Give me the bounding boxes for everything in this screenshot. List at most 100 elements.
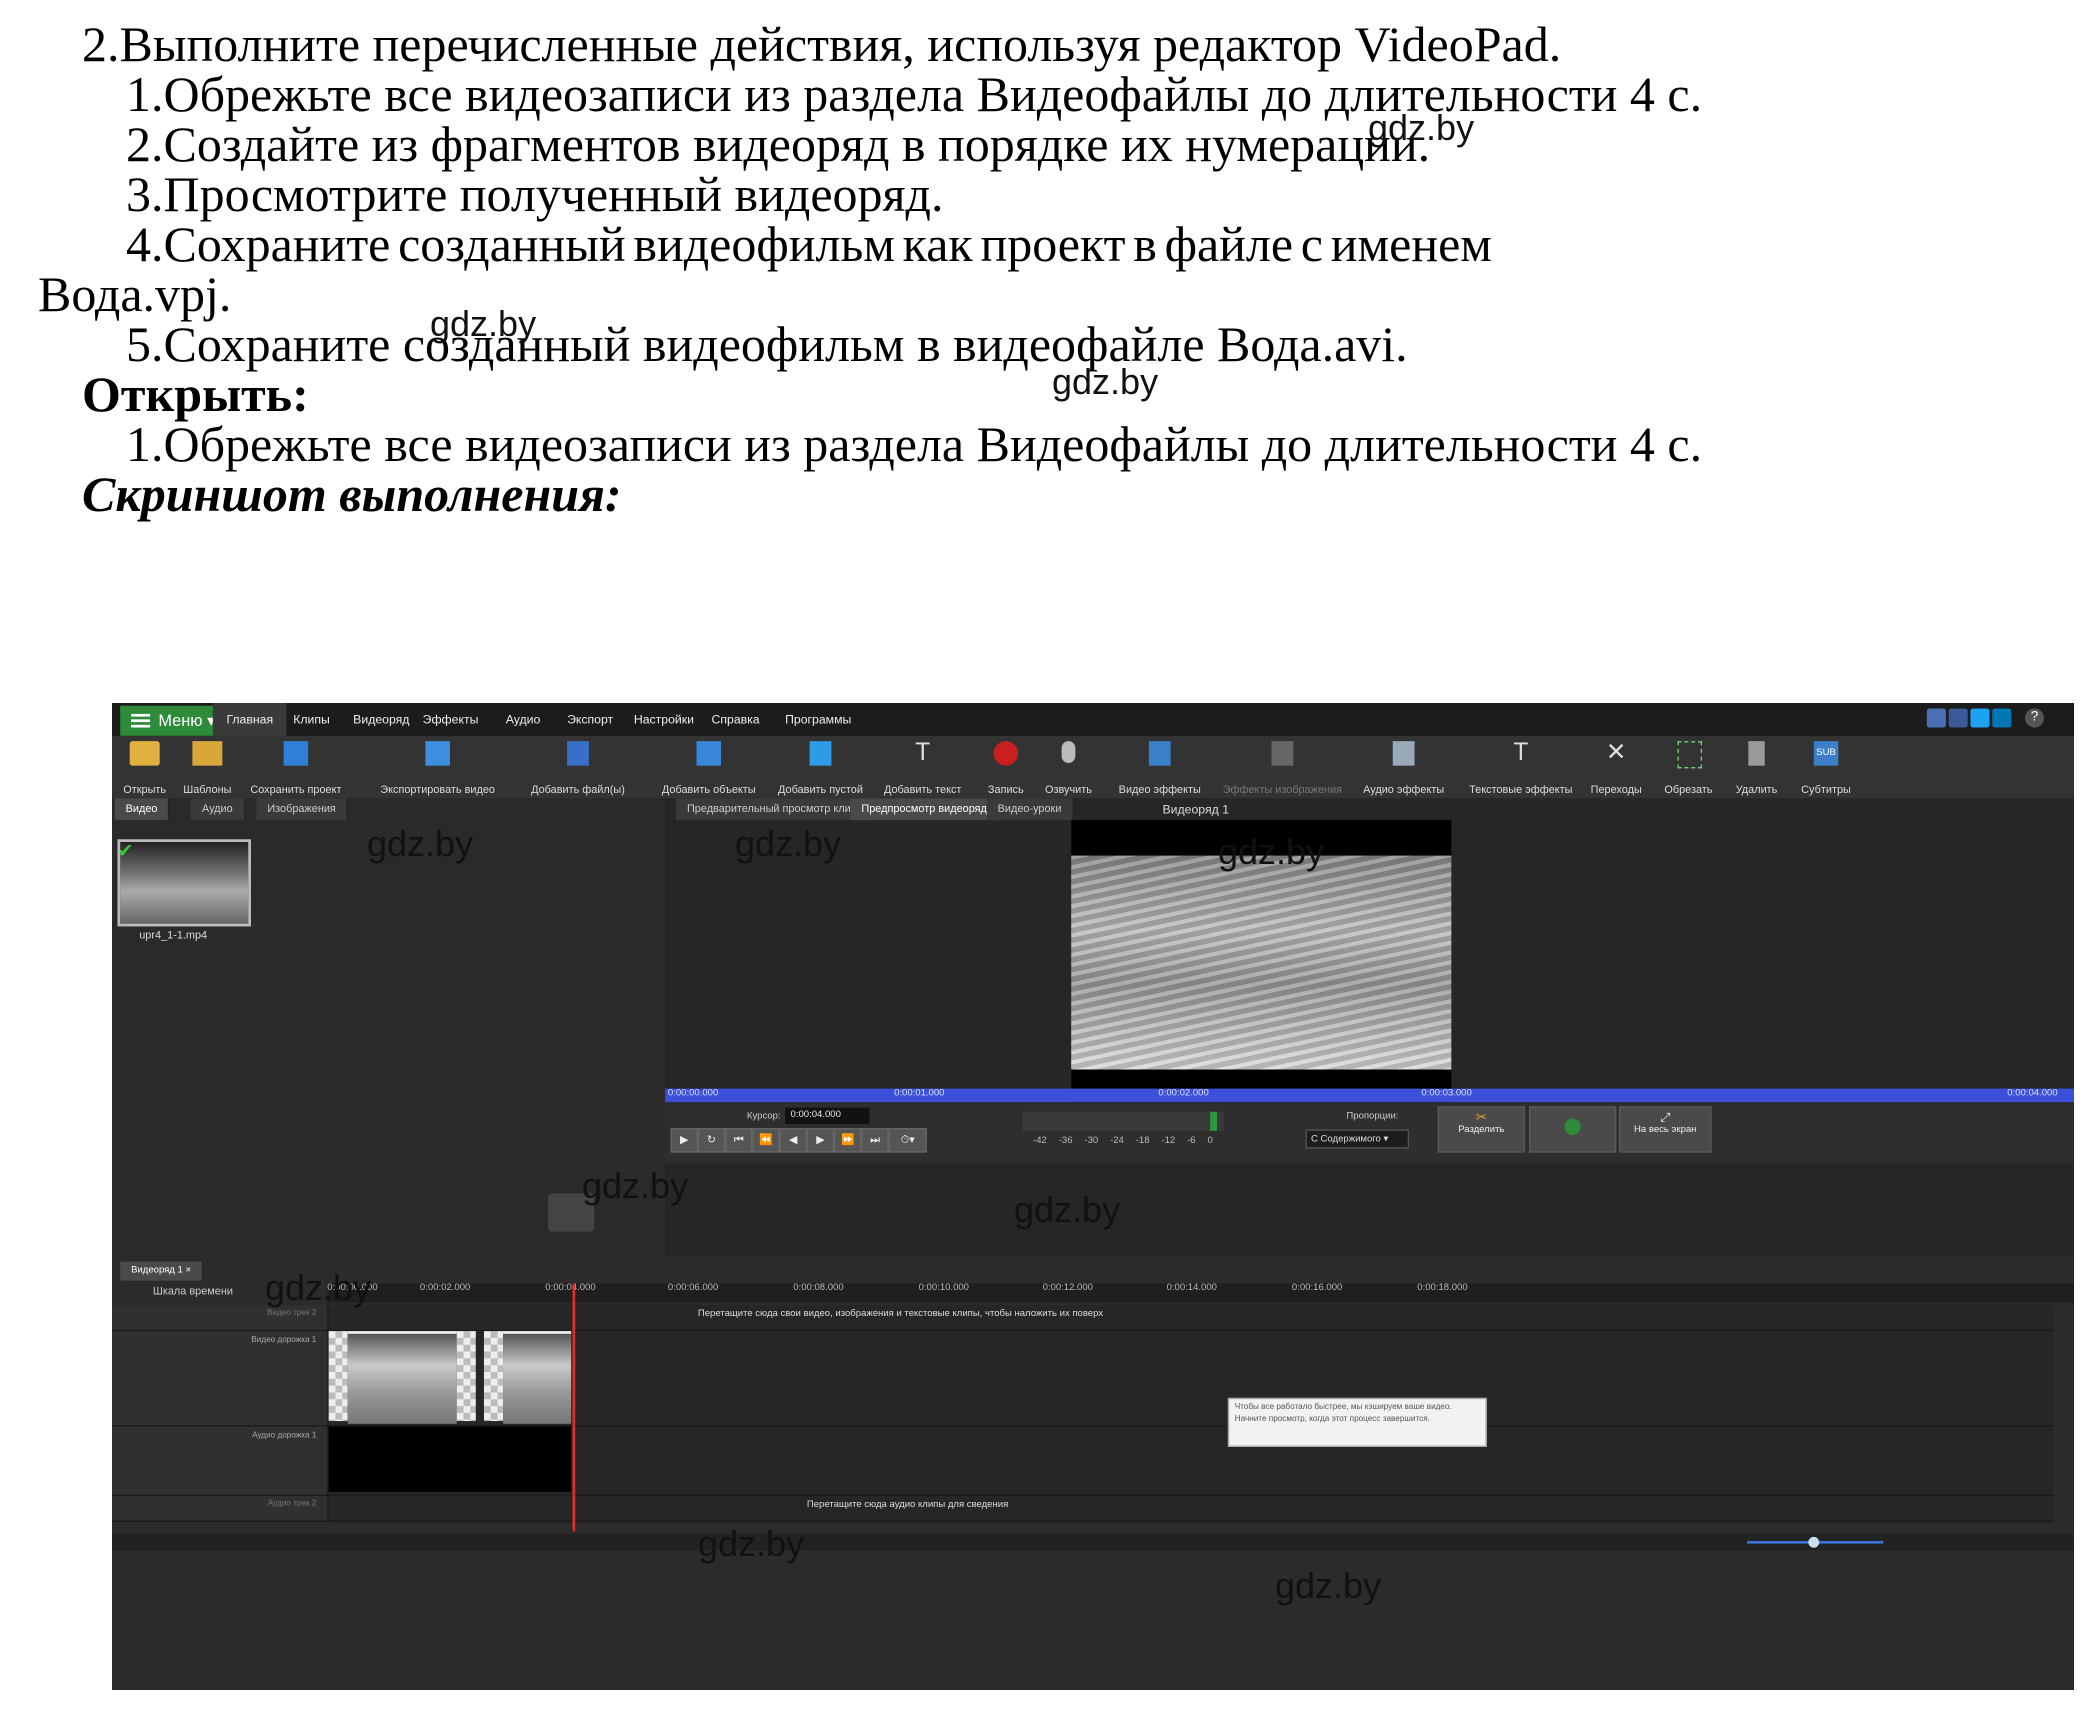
watermark: gdz.by <box>1218 831 1325 872</box>
templates-button[interactable]: Шаблоны <box>177 736 237 799</box>
preview-scrubber[interactable]: 0:00:00.000 0:00:01.000 0:00:02.000 0:00… <box>665 1088 2074 1103</box>
transition-placeholder[interactable] <box>456 1331 476 1422</box>
menu-item-help[interactable]: Справка <box>712 703 760 736</box>
tab-clip-preview[interactable]: Предварительный просмотр клипа <box>676 798 875 821</box>
go-end-button[interactable]: ⏭ <box>861 1128 889 1153</box>
add-text-icon: T <box>915 738 931 766</box>
360-button[interactable] <box>1529 1106 1617 1153</box>
prev-clip-button[interactable]: ⏪ <box>752 1128 780 1153</box>
add-objects-button[interactable]: Добавить объекты <box>652 736 766 799</box>
save-project-button[interactable]: Сохранить проект <box>241 736 350 799</box>
cursor-time-field[interactable]: 0:00:04.000 <box>785 1107 870 1125</box>
task4-word: именем <box>1330 216 1492 272</box>
templates-icon <box>192 741 223 766</box>
360-icon <box>1564 1118 1581 1135</box>
audio-track-2: Аудио трек 2 Перетащите сюда аудио клипы… <box>112 1495 2054 1522</box>
clip-thumbnail[interactable] <box>117 839 251 927</box>
time-ruler[interactable]: 0:00:00.000 0:00:02.000 0:00:04.000 0:00… <box>327 1283 2074 1303</box>
menu-item-effects[interactable]: Эффекты <box>423 703 479 736</box>
narrate-button[interactable]: Озвучить <box>1039 736 1099 799</box>
video-effects-icon <box>1148 741 1171 766</box>
tab-sequence-1[interactable]: Видеоряд 1 × <box>120 1261 204 1281</box>
watermark: gdz.by <box>1368 107 1475 148</box>
open-button[interactable]: Открыть <box>115 736 175 799</box>
add-files-button[interactable]: Добавить файл(ы) <box>518 736 638 799</box>
linkedin-icon[interactable] <box>1992 708 2012 728</box>
twitter-icon[interactable] <box>1970 708 1990 728</box>
step-back-button[interactable]: ◀ <box>779 1128 807 1153</box>
text-effects-button[interactable]: T Текстовые эффекты <box>1458 736 1583 799</box>
task4-word: как <box>902 216 973 272</box>
menu-item-settings[interactable]: Настройки <box>634 703 694 736</box>
menu-item-audio[interactable]: Аудио <box>506 703 541 736</box>
task4-word: файле <box>1164 216 1294 272</box>
play-button[interactable]: ▶ <box>670 1128 698 1153</box>
transition-placeholder[interactable] <box>483 1331 504 1422</box>
tab-video[interactable]: Видео <box>114 798 170 821</box>
menu-item-home[interactable]: Главная <box>212 703 287 736</box>
menu-item-programs[interactable]: Программы <box>785 703 851 736</box>
save-icon <box>283 741 309 766</box>
ruler-time: 0:00:02.000 <box>419 1283 471 1293</box>
crop-button[interactable]: Обрезать <box>1654 736 1722 799</box>
track-header: Видео дорожка 1 <box>112 1331 329 1426</box>
track-label: Видео трек 2 <box>266 1309 317 1318</box>
like-icon[interactable] <box>1926 708 1946 728</box>
loop-button[interactable]: ↻ <box>697 1128 726 1153</box>
add-file-icon <box>567 741 589 766</box>
add-text-button[interactable]: T Добавить текст <box>875 736 970 799</box>
facebook-icon[interactable] <box>1948 708 1968 728</box>
folder-open-icon <box>129 741 160 766</box>
tab-video-lessons[interactable]: Видео-уроки <box>986 798 1074 821</box>
video-clip[interactable] <box>503 1331 572 1424</box>
image-effects-button[interactable]: Эффекты изображения <box>1216 736 1350 799</box>
menu-item-sequence[interactable]: Видеоряд <box>353 703 409 736</box>
ruler-time: 0:00:08.000 <box>793 1283 844 1293</box>
menu-item-clips[interactable]: Клипы <box>293 703 330 736</box>
transition-placeholder[interactable] <box>328 1331 348 1422</box>
tab-audio[interactable]: Аудио <box>191 798 245 821</box>
checkmark-icon: ✔ <box>117 839 134 862</box>
transitions-button[interactable]: ✕ Переходы <box>1584 736 1649 799</box>
record-button[interactable]: Запись <box>977 736 1034 799</box>
split-button[interactable]: ✂ Разделить <box>1437 1106 1525 1153</box>
video-track-2: Видео трек 2 Перетащите сюда свои видео,… <box>112 1305 2054 1332</box>
transitions-icon: ✕ <box>1605 738 1627 766</box>
speed-button[interactable]: ⏱▾ <box>888 1128 927 1153</box>
track-header: Аудио трек 2 <box>112 1495 329 1521</box>
delete-button[interactable]: Удалить <box>1725 736 1788 799</box>
text-effects-icon: T <box>1513 738 1529 766</box>
help-icon[interactable]: ? <box>2024 708 2045 728</box>
watermark: gdz.by <box>1052 361 1159 402</box>
hamburger-icon <box>131 713 151 717</box>
timeline-scrollbar[interactable] <box>112 1534 2074 1551</box>
fullscreen-button[interactable]: ⤢ На весь экран <box>1618 1106 1712 1153</box>
export-icon <box>425 741 450 766</box>
tab-sequence-preview[interactable]: Предпросмотр видеоряда <box>850 798 1006 821</box>
subtitles-button[interactable]: SUB Субтитры <box>1791 736 1862 799</box>
watermark: gdz.by <box>265 1267 372 1308</box>
meter-tick: -12 <box>1161 1136 1176 1146</box>
scrub-time: 0:00:00.000 <box>667 1088 719 1099</box>
tab-images[interactable]: Изображения <box>256 798 349 821</box>
proportions-value: С Содержимого <box>1311 1134 1381 1145</box>
go-start-button[interactable]: ⏮ <box>725 1128 753 1153</box>
scrub-time: 0:00:02.000 <box>1158 1088 1209 1099</box>
next-clip-button[interactable]: ⏩ <box>834 1128 862 1153</box>
microphone-icon <box>1061 741 1076 763</box>
add-objects-icon <box>696 741 722 766</box>
meter-tick: -24 <box>1110 1136 1124 1146</box>
zoom-slider-handle[interactable] <box>1808 1536 1820 1548</box>
video-effects-button[interactable]: Видео эффекты <box>1107 736 1213 799</box>
export-video-button[interactable]: Экспортировать видео <box>368 736 507 799</box>
audio-effects-button[interactable]: Аудио эффекты <box>1352 736 1456 799</box>
proportions-select[interactable]: С Содержимого ▾ <box>1305 1129 1410 1149</box>
playhead[interactable] <box>572 1283 576 1532</box>
timeline-scale-label: Шкала времени <box>152 1284 233 1298</box>
video-clip[interactable] <box>347 1331 457 1424</box>
audio-clip[interactable] <box>328 1426 572 1492</box>
add-blank-button[interactable]: Добавить пустой <box>769 736 873 799</box>
step-forward-button[interactable]: ▶ <box>806 1128 835 1153</box>
add-blank-icon <box>809 741 832 766</box>
menu-item-export[interactable]: Экспорт <box>567 703 613 736</box>
